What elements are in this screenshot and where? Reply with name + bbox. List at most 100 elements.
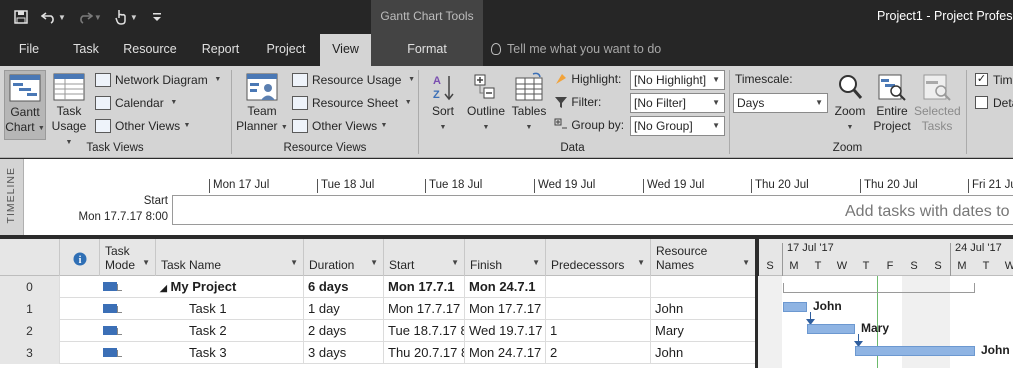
task-usage-button[interactable]: Task Usage ▼ <box>48 70 90 146</box>
group-by-label: Group by: <box>554 118 624 132</box>
task-bar[interactable] <box>807 324 855 334</box>
team-planner-button[interactable]: Team Planner ▼ <box>236 70 288 140</box>
finish-cell[interactable]: Mon 24.7.17 <box>465 342 546 364</box>
start-cell[interactable]: Mon 17.7.17 <box>384 298 465 320</box>
finish-cell[interactable]: Wed 19.7.17 <box>465 320 546 342</box>
row-id: 2 <box>0 320 60 342</box>
sort-button[interactable]: AZ Sort ▼ <box>424 70 462 140</box>
task-name-cell[interactable]: Task 2 <box>156 320 304 342</box>
predecessors-cell[interactable]: 1 <box>546 320 651 342</box>
tab-project[interactable]: Project <box>259 34 313 66</box>
calendar-button[interactable]: Calendar ▼ <box>95 93 177 113</box>
resource-usage-button[interactable]: Resource Usage ▼ <box>292 70 415 90</box>
customize-icon[interactable] <box>146 6 168 28</box>
other-views-resource-button[interactable]: Other Views ▼ <box>292 116 387 136</box>
other-views-label: Other Views <box>312 119 378 133</box>
predecessors-cell[interactable]: 2 <box>546 342 651 364</box>
redo-caret-icon[interactable]: ▼ <box>94 13 102 22</box>
chevron-down-icon[interactable]: ▼ <box>532 256 540 270</box>
task-name-cell[interactable]: Task 1 <box>156 298 304 320</box>
finish-cell[interactable]: Mon 24.7.1 <box>465 276 546 298</box>
project-summary-bar[interactable] <box>783 283 975 293</box>
redo-icon[interactable] <box>74 6 96 28</box>
resource-cell[interactable]: John <box>651 298 755 320</box>
title-bar: ▼ ▼ ▼ Gantt Chart Tools Project1 - Proje… <box>0 0 1013 66</box>
tab-view[interactable]: View <box>320 34 371 66</box>
start-cell[interactable]: Tue 18.7.17 8 <box>384 320 465 342</box>
selected-tasks-button[interactable]: Selected Tasks <box>914 70 961 140</box>
chevron-down-icon[interactable]: ▼ <box>451 256 459 270</box>
touch-caret-icon[interactable]: ▼ <box>130 13 138 22</box>
save-icon[interactable] <box>10 6 32 28</box>
entire-project-button[interactable]: Entire Project <box>870 70 914 140</box>
timeline-tick: Fri 21 Jul <box>968 179 1013 193</box>
resource-cell[interactable]: Mary <box>651 320 755 342</box>
other-views-task-button[interactable]: Other Views ▼ <box>95 116 190 136</box>
table-row[interactable]: 1 Task 1 1 day Mon 17.7.17 Mon 17.7.17 J… <box>0 298 755 320</box>
timescale-dropdown[interactable]: Days ▼ <box>733 93 828 113</box>
info-icon: i <box>73 252 87 266</box>
chevron-down-icon[interactable]: ▼ <box>290 256 298 270</box>
undo-caret-icon[interactable]: ▼ <box>58 13 66 22</box>
duration-cell[interactable]: 2 days <box>304 320 384 342</box>
details-checkbox[interactable] <box>975 96 988 109</box>
column-header-duration[interactable]: Duration ▼ <box>304 239 384 276</box>
column-header-info[interactable]: i <box>60 239 100 276</box>
duration-cell[interactable]: 1 day <box>304 298 384 320</box>
predecessors-cell[interactable] <box>546 298 651 320</box>
touch-mode-icon[interactable] <box>110 6 132 28</box>
task-name-cell[interactable]: Task 3 <box>156 342 304 364</box>
network-diagram-button[interactable]: Network Diagram ▼ <box>95 70 221 90</box>
column-header-task-mode[interactable]: Task Mode ▼ <box>100 239 156 276</box>
tables-button[interactable]: Tables ▼ <box>510 70 548 140</box>
resource-sheet-button[interactable]: Resource Sheet ▼ <box>292 93 412 113</box>
tab-report[interactable]: Report <box>193 34 248 66</box>
row-id: 0 <box>0 276 60 298</box>
predecessors-cell[interactable] <box>546 276 651 298</box>
resource-cell[interactable] <box>651 276 755 298</box>
finish-cell[interactable]: Mon 17.7.17 <box>465 298 546 320</box>
task-name-cell[interactable]: ◢ My Project <box>156 276 304 298</box>
highlight-dropdown[interactable]: [No Highlight] ▼ <box>630 70 725 90</box>
select-all-corner[interactable] <box>0 239 60 276</box>
timeline-checkbox[interactable]: ✓ <box>975 73 988 86</box>
column-header-finish[interactable]: Finish ▼ <box>465 239 546 276</box>
chevron-down-icon[interactable]: ▼ <box>142 256 150 270</box>
group-by-dropdown[interactable]: [No Group] ▼ <box>630 116 725 136</box>
duration-cell[interactable]: 6 days <box>304 276 384 298</box>
duration-cell[interactable]: 3 days <box>304 342 384 364</box>
tell-me-search[interactable]: Tell me what you want to do <box>491 34 661 66</box>
outline-button[interactable]: Outline ▼ <box>464 70 508 140</box>
timeline-tick: Wed 19 Jul <box>534 179 595 193</box>
chevron-down-icon[interactable]: ▼ <box>370 256 378 270</box>
column-header-task-name[interactable]: Task Name ▼ <box>156 239 304 276</box>
task-mode-header-label: Task Mode <box>105 244 136 272</box>
gantt-chart-pane[interactable]: 17 Jul '17 24 Jul '17 S M T W T F S S M … <box>758 239 1013 368</box>
zoom-button[interactable]: Zoom ▼ <box>831 70 869 140</box>
start-cell[interactable]: Mon 17.7.1 <box>384 276 465 298</box>
task-bar[interactable] <box>855 346 975 356</box>
table-row[interactable]: 3 Task 3 3 days Thu 20.7.17 8 Mon 24.7.1… <box>0 342 755 364</box>
task-bar[interactable] <box>783 302 807 312</box>
filter-dropdown[interactable]: [No Filter] ▼ <box>630 93 725 113</box>
collapse-triangle-icon[interactable]: ◢ <box>160 283 167 293</box>
tab-format[interactable]: Format <box>371 34 483 66</box>
undo-icon[interactable] <box>38 6 60 28</box>
column-header-resource-names[interactable]: Resource Names ▼ <box>651 239 755 276</box>
filter-icon <box>555 97 567 108</box>
tab-task[interactable]: Task <box>62 34 110 66</box>
table-row[interactable]: 0 ◢ My Project 6 days Mon 17.7.1 Mon 24.… <box>0 276 755 298</box>
sort-icon: AZ <box>427 72 459 102</box>
auto-scheduled-icon <box>103 348 122 357</box>
gantt-chart-button[interactable]: Gantt Chart ▼ <box>4 70 46 140</box>
start-cell[interactable]: Thu 20.7.17 8 <box>384 342 465 364</box>
chevron-down-icon[interactable]: ▼ <box>637 256 645 270</box>
timeline-pane[interactable]: TIMELINE Start Mon 17.7.17 8:00 Mon 17 J… <box>0 159 1013 235</box>
table-row[interactable]: 2 Task 2 2 days Tue 18.7.17 8 Wed 19.7.1… <box>0 320 755 342</box>
tab-file[interactable]: File <box>5 34 53 66</box>
tab-resource[interactable]: Resource <box>117 34 183 66</box>
chevron-down-icon[interactable]: ▼ <box>742 256 750 270</box>
column-header-start[interactable]: Start ▼ <box>384 239 465 276</box>
resource-cell[interactable]: John <box>651 342 755 364</box>
column-header-predecessors[interactable]: Predecessors ▼ <box>546 239 651 276</box>
